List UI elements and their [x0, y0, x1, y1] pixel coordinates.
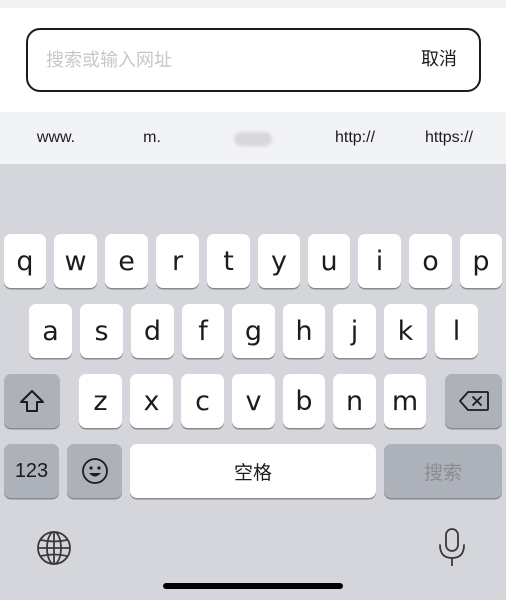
key-k[interactable]: k [384, 304, 427, 358]
key-f[interactable]: f [182, 304, 224, 358]
key-h[interactable]: h [283, 304, 325, 358]
backspace-icon [458, 391, 489, 411]
microphone-icon [439, 528, 465, 566]
key-n[interactable]: n [333, 374, 376, 428]
cancel-button[interactable]: 取消 [421, 30, 457, 90]
suggestion-blurred[interactable] [234, 132, 272, 146]
numbers-key[interactable]: 123 [4, 444, 59, 498]
suggestion-www[interactable]: www. [37, 112, 75, 164]
key-y[interactable]: y [258, 234, 300, 288]
delete-key[interactable] [445, 374, 502, 428]
key-m[interactable]: m [384, 374, 426, 428]
key-b[interactable]: b [283, 374, 325, 428]
key-d[interactable]: d [131, 304, 174, 358]
key-p[interactable]: p [460, 234, 502, 288]
key-c[interactable]: c [181, 374, 224, 428]
suggestion-https[interactable]: https:// [425, 112, 473, 164]
key-s[interactable]: s [80, 304, 123, 358]
key-r[interactable]: r [156, 234, 199, 288]
key-a[interactable]: a [29, 304, 72, 358]
key-q[interactable]: q [4, 234, 46, 288]
search-key[interactable]: 搜索 [384, 444, 502, 498]
keyboard: www. m. http:// https:// q w e r t y u i… [0, 112, 506, 600]
shift-key[interactable] [4, 374, 60, 428]
key-u[interactable]: u [308, 234, 350, 288]
mic-button[interactable] [432, 526, 472, 570]
search-bar: 取消 [26, 28, 481, 92]
search-input[interactable] [46, 30, 386, 90]
globe-button[interactable] [34, 528, 74, 568]
emoji-key[interactable] [67, 444, 122, 498]
key-o[interactable]: o [409, 234, 452, 288]
key-g[interactable]: g [232, 304, 275, 358]
space-key[interactable]: 空格 [130, 444, 376, 498]
suggestion-bar: www. m. http:// https:// [0, 112, 506, 164]
key-i[interactable]: i [358, 234, 401, 288]
emoji-icon [81, 458, 108, 484]
suggestion-http[interactable]: http:// [335, 112, 375, 164]
key-l[interactable]: l [435, 304, 478, 358]
top-strip [0, 0, 506, 8]
shift-icon [20, 390, 44, 412]
key-e[interactable]: e [105, 234, 148, 288]
key-x[interactable]: x [130, 374, 173, 428]
suggestion-m[interactable]: m. [143, 112, 161, 164]
key-t[interactable]: t [207, 234, 250, 288]
key-z[interactable]: z [79, 374, 122, 428]
key-w[interactable]: w [54, 234, 97, 288]
globe-icon [37, 531, 71, 565]
home-indicator [163, 583, 343, 589]
key-j[interactable]: j [333, 304, 376, 358]
key-v[interactable]: v [232, 374, 275, 428]
